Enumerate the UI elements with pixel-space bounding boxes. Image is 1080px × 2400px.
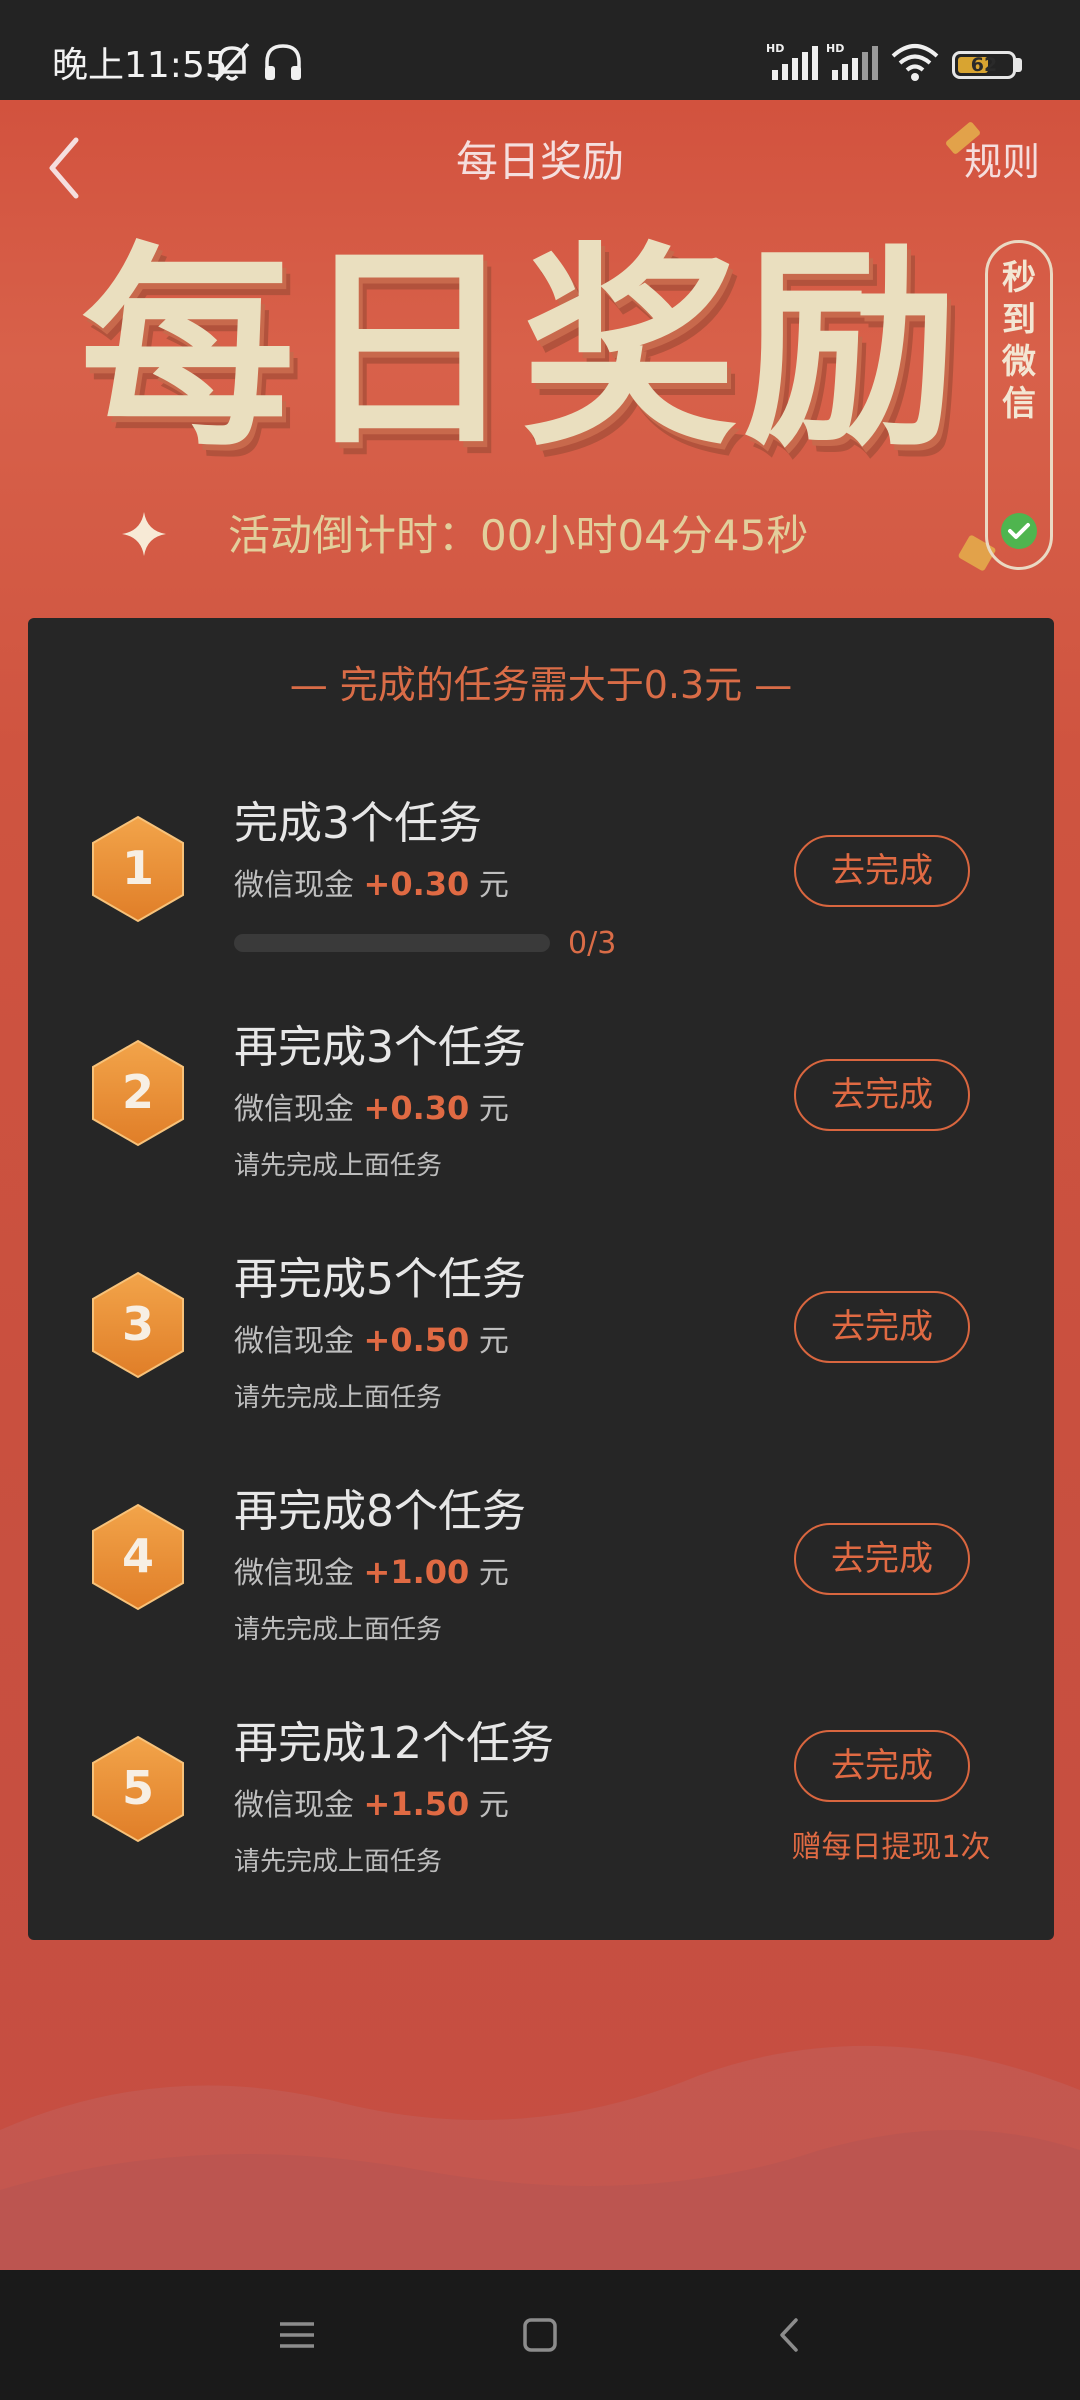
check-icon [1001, 513, 1037, 549]
reward-prefix: 微信现金 [234, 1092, 354, 1127]
countdown: 活动倒计时：00小时04分45秒 [228, 508, 808, 564]
task-reward: 微信现金 +1.00 元 [234, 1550, 509, 1596]
svg-text:HD: HD [766, 42, 784, 55]
main-area: 每日奖励 规则 每日奖励 秒到微信 活动倒计时：00小时04分45秒 — 完成的… [0, 100, 1080, 2270]
battery-icon: 62 [952, 51, 1016, 79]
countdown-value: 00小时04分45秒 [480, 511, 809, 560]
sparkle-icon [120, 510, 168, 558]
status-time: 晚上11:55 [52, 45, 228, 86]
wechat-badge: 秒到微信 [985, 240, 1053, 570]
wechat-badge-text: 秒到微信 [988, 257, 1050, 425]
svg-text:HD: HD [826, 42, 844, 55]
status-bar: 晚上11:55 HD HD 62 [0, 0, 1080, 100]
wechat-badge-label: 秒到微信 [1002, 258, 1036, 424]
reward-unit: 元 [478, 1092, 509, 1127]
task-item: 3 再完成5个任务 微信现金 +0.50 元 请先完成上面任务 去完成 [28, 1250, 1054, 1440]
task-title: 再完成12个任务 [234, 1718, 554, 1769]
task-reward: 微信现金 +1.50 元 [234, 1782, 509, 1828]
page-title: 每日奖励 [455, 137, 624, 186]
step-number: 4 [121, 1529, 154, 1583]
navigation-bar [0, 2270, 1080, 2400]
reward-unit: 元 [478, 1556, 509, 1591]
panel-header: — 完成的任务需大于0.3元 — [289, 663, 793, 707]
wave-decoration [0, 2045, 1080, 2270]
reward-prefix: 微信现金 [234, 868, 354, 903]
home-icon[interactable] [515, 2310, 565, 2360]
rules-link[interactable]: 规则 [964, 134, 1040, 190]
task-note: 请先完成上面任务 [234, 1383, 443, 1413]
task-title: 再完成8个任务 [234, 1486, 526, 1537]
progress-text: 0/3 [568, 926, 617, 961]
task-note: 请先完成上面任务 [234, 1151, 443, 1181]
go-complete-button[interactable]: 去完成 [794, 1291, 970, 1363]
bonus-note: 赠每日提现1次 [791, 1830, 991, 1865]
task-note: 请先完成上面任务 [234, 1615, 443, 1645]
battery-tip [1016, 58, 1022, 72]
step-number: 5 [121, 1761, 154, 1815]
wifi-icon [890, 40, 940, 88]
reward-amount: +0.30 [363, 865, 470, 903]
go-complete-button[interactable]: 去完成 [794, 1059, 970, 1131]
task-title: 再完成3个任务 [234, 1022, 526, 1073]
task-reward: 微信现金 +0.30 元 [234, 1086, 509, 1132]
reward-unit: 元 [478, 1324, 509, 1359]
header: 每日奖励 规则 [0, 100, 1080, 230]
task-item: 2 再完成3个任务 微信现金 +0.30 元 请先完成上面任务 去完成 [28, 1018, 1054, 1208]
banner-title: 每日奖励 [80, 224, 964, 475]
reward-unit: 元 [478, 1788, 509, 1823]
task-title: 再完成5个任务 [234, 1254, 526, 1305]
reward-unit: 元 [478, 868, 509, 903]
step-number: 3 [121, 1297, 154, 1351]
task-panel: — 完成的任务需大于0.3元 — 1 完成3个任务 微信现金 +0.30 元 0… [28, 618, 1054, 1940]
menu-icon[interactable] [272, 2310, 322, 2360]
reward-prefix: 微信现金 [234, 1324, 354, 1359]
bell-off-icon [212, 40, 252, 88]
reward-amount: +1.50 [363, 1785, 470, 1823]
step-badge: 2 [88, 1038, 188, 1148]
task-item: 4 再完成8个任务 微信现金 +1.00 元 请先完成上面任务 去完成 [28, 1482, 1054, 1672]
back-icon[interactable] [765, 2310, 815, 2360]
step-badge: 5 [88, 1734, 188, 1844]
reward-prefix: 微信现金 [234, 1788, 354, 1823]
signal-hd-icon: HD [826, 40, 880, 88]
reward-amount: +0.30 [363, 1089, 470, 1127]
step-number: 2 [121, 1065, 154, 1119]
step-badge: 1 [88, 814, 188, 924]
go-complete-button[interactable]: 去完成 [794, 1730, 970, 1802]
step-badge: 3 [88, 1270, 188, 1380]
step-number: 1 [121, 841, 154, 895]
reward-amount: +1.00 [363, 1553, 470, 1591]
headphones-icon [262, 40, 304, 88]
signal-hd-icon: HD [766, 40, 820, 88]
reward-amount: +0.50 [363, 1321, 470, 1359]
battery-level: 62 [970, 54, 998, 76]
go-complete-button[interactable]: 去完成 [794, 835, 970, 907]
countdown-label: 活动倒计时： [228, 511, 481, 560]
go-complete-button[interactable]: 去完成 [794, 1523, 970, 1595]
task-reward: 微信现金 +0.30 元 [234, 862, 509, 908]
step-badge: 4 [88, 1502, 188, 1612]
progress-bar [234, 934, 550, 952]
task-note: 请先完成上面任务 [234, 1847, 443, 1877]
task-reward: 微信现金 +0.50 元 [234, 1318, 509, 1364]
task-title: 完成3个任务 [234, 798, 482, 849]
task-item: 5 再完成12个任务 微信现金 +1.50 元 请先完成上面任务 去完成 赠每日… [28, 1714, 1054, 1904]
task-item: 1 完成3个任务 微信现金 +0.30 元 0/3 去完成 [28, 794, 1054, 984]
reward-prefix: 微信现金 [234, 1556, 354, 1591]
